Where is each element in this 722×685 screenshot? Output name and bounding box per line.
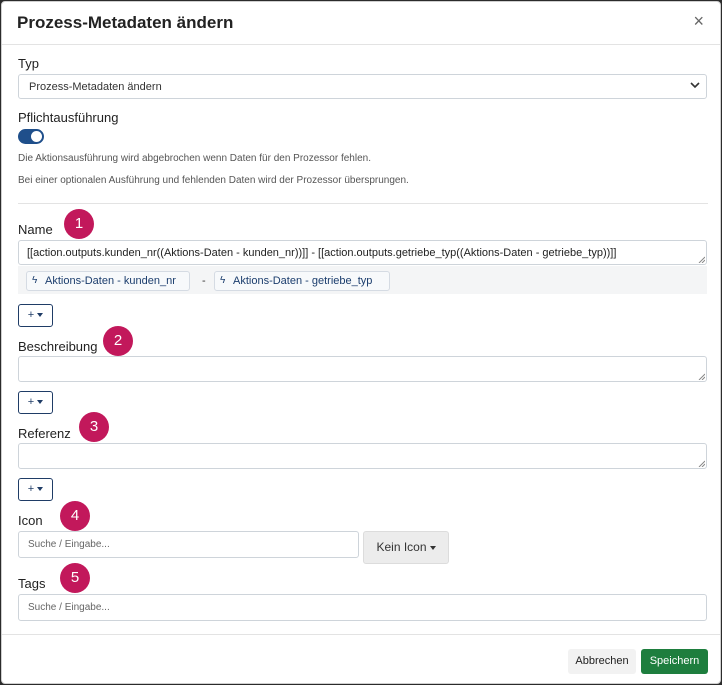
type-select[interactable]: Prozess-Metadaten ändern — [18, 74, 707, 99]
name-variable-chips: ϟ Aktions-Daten - kunden_nr - ϟ Aktions-… — [18, 266, 707, 294]
mandatory-hint-1: Die Aktionsausführung wird abgebrochen w… — [18, 153, 371, 164]
icon-search-placeholder: Suche / Eingabe... — [28, 539, 110, 550]
variable-chip[interactable]: ϟ Aktions-Daten - kunden_nr — [26, 271, 190, 291]
mandatory-hint-2: Bei einer optionalen Ausführung und fehl… — [18, 175, 409, 186]
resize-handle-icon[interactable] — [698, 460, 705, 467]
caret-down-icon — [37, 400, 44, 405]
name-label: Name — [18, 222, 53, 237]
bolt-icon: ϟ — [32, 275, 38, 286]
edit-process-metadata-dialog: Prozess-Metadaten ändern × Typ Prozess-M… — [1, 1, 721, 684]
cancel-button[interactable]: Abbrechen — [568, 649, 636, 674]
step-badge-4: 4 — [60, 501, 90, 531]
type-label: Typ — [18, 56, 39, 71]
chevron-down-icon — [690, 82, 700, 89]
caret-down-icon — [429, 545, 436, 550]
variable-chip-label: Aktions-Daten - kunden_nr — [45, 275, 176, 287]
no-icon-button[interactable]: Kein Icon — [363, 531, 449, 564]
add-label: + — [27, 309, 35, 321]
tags-search-placeholder: Suche / Eingabe... — [28, 602, 110, 613]
step-badge-1: 1 — [64, 209, 94, 239]
resize-handle-icon[interactable] — [698, 373, 705, 380]
icon-search-input[interactable]: Suche / Eingabe... — [18, 531, 359, 558]
section-divider — [18, 203, 708, 204]
resize-handle-icon[interactable] — [698, 256, 705, 263]
no-icon-label: Kein Icon — [376, 540, 427, 554]
icon-label: Icon — [18, 513, 43, 528]
add-label: + — [27, 396, 35, 408]
step-badge-3: 3 — [79, 412, 109, 442]
bolt-icon: ϟ — [220, 275, 226, 286]
save-button[interactable]: Speichern — [641, 649, 708, 674]
name-input[interactable]: [[action.outputs.kunden_nr((Aktions-Date… — [18, 240, 707, 265]
close-icon[interactable]: × — [693, 11, 704, 31]
mandatory-label: Pflichtausführung — [18, 110, 119, 125]
chip-separator: - — [202, 275, 206, 287]
dialog-header: Prozess-Metadaten ändern × — [2, 2, 720, 45]
tags-label: Tags — [18, 576, 46, 591]
reference-input[interactable] — [18, 443, 707, 469]
step-badge-2: 2 — [103, 326, 133, 356]
reference-label: Referenz — [18, 426, 71, 441]
description-input[interactable] — [18, 356, 707, 382]
caret-down-icon — [37, 313, 44, 318]
description-label: Beschreibung — [18, 339, 98, 354]
variable-chip[interactable]: ϟ Aktions-Daten - getriebe_typ — [214, 271, 390, 291]
dialog-title: Prozess-Metadaten ändern — [17, 13, 234, 32]
type-select-value: Prozess-Metadaten ändern — [29, 81, 162, 93]
step-badge-5: 5 — [60, 563, 90, 593]
mandatory-toggle[interactable] — [18, 129, 44, 144]
name-input-value: [[action.outputs.kunden_nr((Aktions-Date… — [27, 247, 617, 259]
add-description-variable-button[interactable]: + — [18, 391, 53, 414]
tags-search-input[interactable]: Suche / Eingabe... — [18, 594, 707, 621]
caret-down-icon — [37, 487, 44, 492]
add-name-variable-button[interactable]: + — [18, 304, 53, 327]
dialog-footer: Abbrechen Speichern — [2, 634, 720, 685]
variable-chip-label: Aktions-Daten - getriebe_typ — [233, 275, 373, 287]
add-reference-variable-button[interactable]: + — [18, 478, 53, 501]
add-label: + — [27, 483, 35, 495]
